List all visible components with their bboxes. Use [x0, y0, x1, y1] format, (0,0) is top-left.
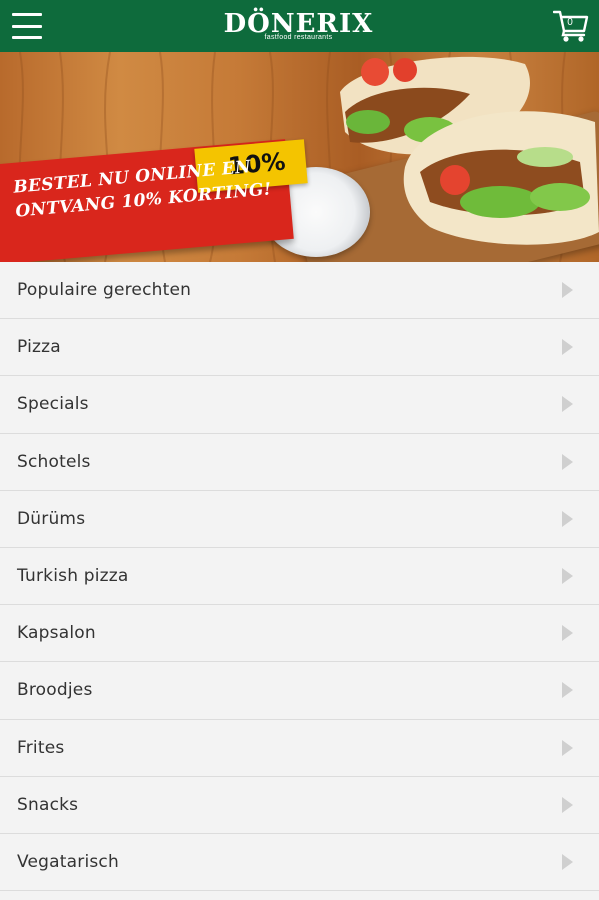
chevron-right-icon: [562, 853, 573, 870]
category-label: Turkish pizza: [17, 566, 129, 587]
category-label: Broodjes: [17, 680, 93, 701]
hamburger-menu-icon[interactable]: [12, 13, 42, 39]
brand-tagline: fastfood restaurants: [264, 34, 333, 41]
category-item-vegatarisch[interactable]: Vegatarisch: [0, 833, 599, 892]
chevron-right-icon: [562, 568, 573, 585]
chevron-right-icon: [562, 739, 573, 756]
chevron-right-icon: [562, 339, 573, 356]
chevron-right-icon: [562, 396, 573, 413]
menu-line: [12, 24, 42, 28]
category-item-turkish-pizza[interactable]: Turkish pizza: [0, 547, 599, 606]
category-label: Dürüms: [17, 508, 86, 529]
category-item-kapsalon[interactable]: Kapsalon: [0, 605, 599, 663]
category-item-broodjes[interactable]: Broodjes: [0, 662, 599, 720]
chevron-right-icon: [562, 625, 573, 642]
promo-banner[interactable]: 10% BESTEL NU ONLINE EN ONTVANG 10% KORT…: [0, 52, 599, 262]
category-label: Frites: [17, 737, 65, 758]
category-item-snacks[interactable]: Snacks: [0, 776, 599, 834]
category-label: Schotels: [17, 451, 91, 472]
cart-count-badge: 0: [567, 17, 573, 28]
shopping-cart-icon[interactable]: 0: [552, 9, 589, 43]
menu-line: [12, 13, 42, 16]
category-item-frites[interactable]: Frites: [0, 719, 599, 777]
brand-logo[interactable]: DÖNERIX fastfood restaurants: [224, 11, 374, 41]
category-item-pizza[interactable]: Pizza: [0, 319, 599, 377]
category-item-durums[interactable]: Dürüms: [0, 490, 599, 548]
menu-line: [12, 36, 42, 39]
chevron-right-icon: [562, 796, 573, 813]
category-list: Populaire gerechten Pizza Specials Schot…: [0, 262, 599, 892]
category-label: Specials: [17, 394, 89, 415]
chevron-right-icon: [562, 510, 573, 527]
category-label: Populaire gerechten: [17, 280, 192, 301]
chevron-right-icon: [562, 682, 573, 699]
category-item-schotels[interactable]: Schotels: [0, 433, 599, 491]
top-app-bar: DÖNERIX fastfood restaurants 0: [0, 0, 599, 52]
category-item-populaire-gerechten[interactable]: Populaire gerechten: [0, 262, 599, 320]
category-label: Kapsalon: [17, 623, 96, 644]
category-label: Vegatarisch: [17, 851, 119, 872]
category-label: Pizza: [17, 337, 61, 358]
category-item-specials[interactable]: Specials: [0, 376, 599, 434]
category-label: Snacks: [17, 794, 79, 815]
chevron-right-icon: [562, 282, 573, 299]
chevron-right-icon: [562, 453, 573, 470]
